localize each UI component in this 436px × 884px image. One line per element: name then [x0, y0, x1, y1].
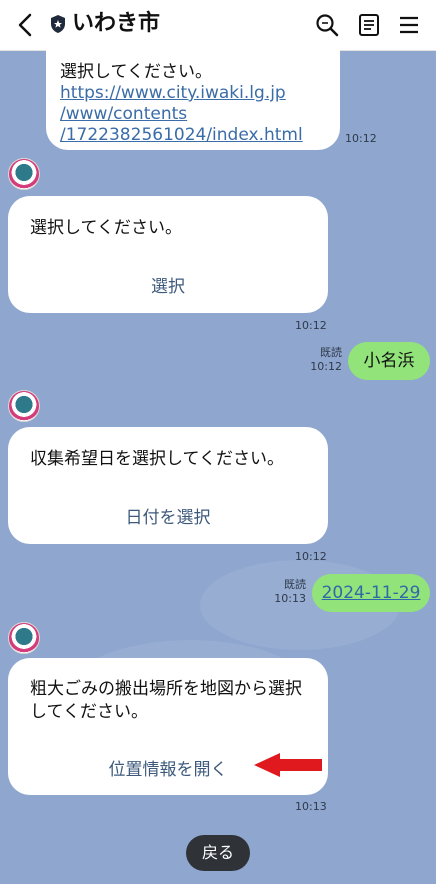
message-text: 粗大ごみの搬出場所を地図から選択: [30, 679, 302, 699]
back-arrow-icon[interactable]: [12, 9, 40, 41]
message-time: 10:13: [274, 592, 306, 605]
shield-icon: [51, 15, 65, 33]
user-message-bubble: 小名浜: [348, 342, 430, 380]
read-label: 既読: [320, 346, 342, 359]
read-status: 既読 10:13: [264, 578, 306, 606]
read-label: 既読: [284, 578, 306, 591]
bot-avatar[interactable]: [8, 158, 40, 190]
message-link[interactable]: /1722382561024/index.html: [60, 125, 326, 146]
message-time: 10:12: [295, 550, 327, 563]
annotation-arrow-icon: [254, 753, 322, 777]
message-text: 選択してください。: [30, 218, 182, 238]
chat-title: いわき市: [72, 11, 161, 36]
user-message-bubble[interactable]: 2024-11-29: [312, 574, 430, 612]
bot-avatar[interactable]: [8, 390, 40, 422]
bot-avatar[interactable]: [8, 622, 40, 654]
bot-message-bubble: 選択してください。 選択: [8, 196, 328, 313]
message-text: 選択してください。: [60, 62, 212, 82]
search-icon[interactable]: [314, 12, 340, 38]
message-text: 収集希望日を選択してください。: [30, 449, 284, 469]
back-button[interactable]: 戻る: [186, 835, 250, 871]
select-date-button[interactable]: 日付を選択: [8, 503, 328, 528]
message-time: 10:12: [310, 360, 342, 373]
bot-message-bubble: 収集希望日を選択してください。 日付を選択: [8, 427, 328, 544]
message-link[interactable]: /www/contents: [60, 104, 326, 125]
notes-icon[interactable]: [356, 12, 382, 38]
menu-icon[interactable]: [396, 12, 422, 38]
message-time: 10:13: [295, 800, 327, 813]
message-text: してください。: [30, 702, 148, 722]
message-link[interactable]: https://www.city.iwaki.lg.jp: [60, 83, 326, 104]
read-status: 既読 10:12: [300, 346, 342, 374]
message-time: 10:12: [295, 319, 327, 332]
message-time: 10:12: [345, 132, 377, 145]
select-button[interactable]: 選択: [8, 272, 328, 297]
bot-message-bubble: 選択してください。 https://www.city.iwaki.lg.jp /…: [46, 38, 340, 150]
